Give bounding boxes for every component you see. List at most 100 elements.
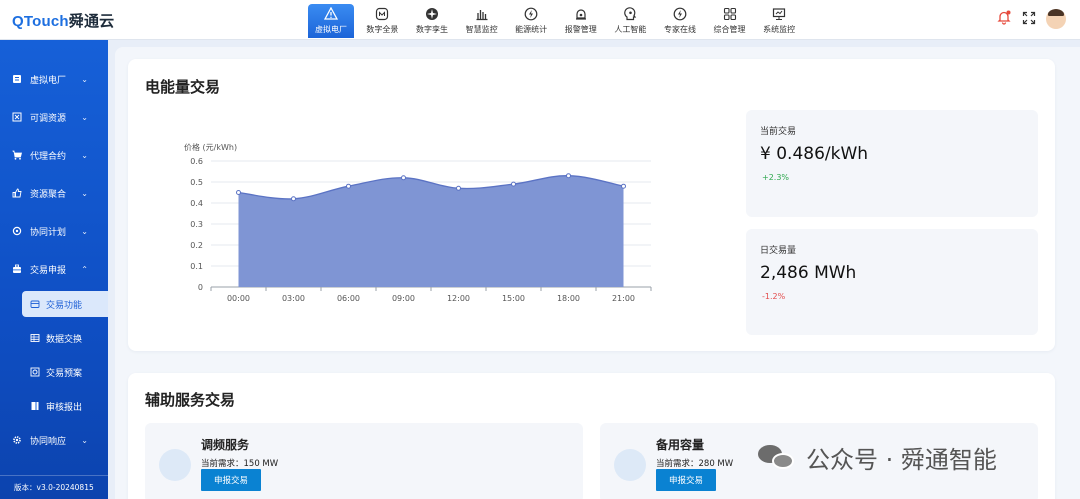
y-tick-label: 0: [198, 283, 203, 292]
main-content: 电能量交易 价格 (元/kWh) 0 0.1 0.2 0.3 0.4 0.5 0.6 00:…: [115, 47, 1080, 499]
logo-brand: QTouch: [12, 13, 69, 30]
service-demand: 当前需求：280 MW: [656, 459, 734, 469]
version-label: 版本：v3.0-20240815: [0, 475, 108, 499]
price-point: [401, 175, 406, 181]
panorama-icon: [375, 7, 389, 21]
price-point: [346, 183, 351, 189]
avatar[interactable]: [1046, 9, 1066, 29]
top-bar: QTouch舜通云 虚拟电厂 数字全景 数字孪生 智慧监控 能源统计 报警管理 …: [0, 0, 1080, 40]
chevron-up-icon: ⌃: [81, 264, 88, 274]
sidebar-item-label: 代理合约: [30, 151, 67, 162]
briefcase-icon: [12, 264, 22, 274]
declare-trade-button[interactable]: 申报交易: [201, 469, 261, 491]
nav-label: 能源统计: [515, 25, 548, 34]
table-icon: [30, 333, 40, 343]
system-monitor-icon: [772, 7, 786, 21]
price-point: [511, 181, 516, 187]
sidebar: 虚拟电厂 ⌄ 可调资源 ⌄ 代理合约 ⌄ 资源聚合 ⌄ 协同计划 ⌄ 交易申报 …: [0, 40, 108, 499]
sidebar-item-label: 虚拟电厂: [30, 75, 67, 86]
thumb-icon: [12, 188, 22, 198]
sidebar-sub-label: 交易预案: [46, 368, 83, 379]
bell-icon[interactable]: [996, 9, 1012, 29]
fullscreen-icon[interactable]: [1022, 10, 1036, 29]
nav-virtual-power-plant[interactable]: 虚拟电厂: [308, 4, 354, 38]
sidebar-sub-label: 审核报出: [46, 402, 83, 413]
plan-icon: [30, 367, 40, 377]
chart-series: [238, 175, 624, 287]
x-tick-labels: 00:00 03:00 06:00 09:00 12:00 15:00 18:00 21:00: [227, 294, 635, 303]
y-tick-labels: 0 0.1 0.2 0.3 0.4 0.5 0.6: [190, 157, 203, 292]
service-name: 备用容量: [656, 438, 705, 452]
chevron-down-icon: ⌄: [81, 188, 88, 198]
wechat-logo-icon: [758, 443, 796, 473]
sidebar-sub-data-exchange[interactable]: 数据交换: [22, 325, 108, 351]
nav-system-monitor[interactable]: 系统监控: [754, 4, 804, 38]
current-trade-change: +2.3%: [762, 173, 790, 182]
current-trade-label: 当前交易: [760, 127, 797, 137]
chevron-down-icon: ⌄: [81, 150, 88, 160]
declare-trade-button[interactable]: 申报交易: [656, 469, 716, 491]
cart-icon: [12, 150, 22, 160]
sidebar-sub-trade-function[interactable]: 交易功能: [22, 291, 108, 317]
y-tick-label: 0.2: [190, 241, 203, 250]
nav-expert-online[interactable]: 专家在线: [655, 4, 705, 38]
price-point: [291, 196, 296, 202]
nav-ai[interactable]: 人工智能: [606, 4, 656, 38]
service-icon: [614, 449, 646, 481]
nav-label: 数字孪生: [415, 25, 448, 34]
sidebar-item-resource-aggregation[interactable]: 资源聚合 ⌄: [0, 181, 108, 205]
sidebar-item-label: 可调资源: [30, 113, 67, 124]
daily-volume-label: 日交易量: [760, 246, 797, 256]
ancillary-trading-title: 辅助服务交易: [145, 391, 236, 409]
x-tick-label: 00:00: [227, 294, 250, 303]
x-tick-label: 12:00: [447, 294, 470, 303]
sidebar-item-agency-contract[interactable]: 代理合约 ⌄: [0, 143, 108, 167]
sidebar-item-label: 资源聚合: [30, 189, 67, 200]
resource-icon: [12, 112, 22, 122]
price-area: [238, 175, 624, 287]
top-nav: 虚拟电厂 数字全景 数字孪生 智慧监控 能源统计 报警管理 人工智能 专家在线 …: [308, 4, 804, 40]
y-tick-label: 0.1: [190, 262, 203, 271]
energy-icon: [524, 7, 538, 21]
nav-alarm-manage[interactable]: 报警管理: [556, 4, 606, 38]
daily-volume-value: 2,486 MWh: [760, 263, 857, 283]
nav-label: 人工智能: [614, 25, 647, 34]
logo-cn: 舜通云: [68, 13, 115, 30]
x-tick-label: 21:00: [612, 294, 635, 303]
sidebar-sub-label: 交易功能: [46, 300, 83, 311]
expert-bolt-icon: [673, 7, 687, 21]
x-tick-label: 15:00: [502, 294, 525, 303]
nav-energy-stats[interactable]: 能源统计: [506, 4, 556, 38]
sidebar-item-trade-declaration[interactable]: 交易申报 ⌃: [0, 257, 108, 281]
service-demand: 当前需求：150 MW: [201, 459, 279, 469]
sidebar-sub-trade-plan[interactable]: 交易预案: [22, 359, 108, 385]
app-logo[interactable]: QTouch舜通云: [12, 10, 114, 31]
nav-digital-panorama[interactable]: 数字全景: [358, 4, 408, 38]
sidebar-item-collaborative-response[interactable]: 协同响应 ⌄: [0, 428, 108, 452]
sidebar-sub-audit-report[interactable]: 审核报出: [22, 393, 108, 419]
energy-trading-card: 电能量交易 价格 (元/kWh) 0 0.1 0.2 0.3 0.4 0.5 0.6 00:…: [128, 59, 1055, 351]
daily-volume-change: -1.2%: [762, 292, 786, 301]
nav-comprehensive-manage[interactable]: 综合管理: [705, 4, 755, 38]
y-axis-title: 价格 (元/kWh): [184, 142, 237, 152]
price-point: [456, 185, 461, 191]
sidebar-item-adjustable-resources[interactable]: 可调资源 ⌄: [0, 105, 108, 129]
nav-digital-twin[interactable]: 数字孪生: [407, 4, 457, 38]
current-trade-panel: 当前交易 ¥ 0.486/kWh +2.3%: [746, 110, 1038, 217]
x-tick-label: 18:00: [557, 294, 580, 303]
nav-label: 虚拟电厂: [315, 25, 347, 34]
ai-head-icon: [623, 7, 637, 21]
sidebar-item-collaborative-plan[interactable]: 协同计划 ⌄: [0, 219, 108, 243]
alarm-gear-icon: [574, 7, 588, 21]
price-point: [621, 183, 626, 189]
sidebar-item-virtual-power-plant[interactable]: 虚拟电厂 ⌄: [0, 67, 108, 91]
sidebar-sub-label: 数据交换: [46, 334, 83, 345]
sidebar-item-label: 协同响应: [30, 436, 67, 447]
sidebar-item-label: 交易申报: [30, 265, 67, 276]
bar-monitor-icon: [475, 7, 489, 21]
x-tick-label: 09:00: [392, 294, 415, 303]
cycle-icon: [12, 226, 22, 236]
nav-smart-monitor[interactable]: 智慧监控: [457, 4, 507, 38]
gear-icon: [12, 435, 22, 445]
y-tick-label: 0.4: [190, 199, 203, 208]
